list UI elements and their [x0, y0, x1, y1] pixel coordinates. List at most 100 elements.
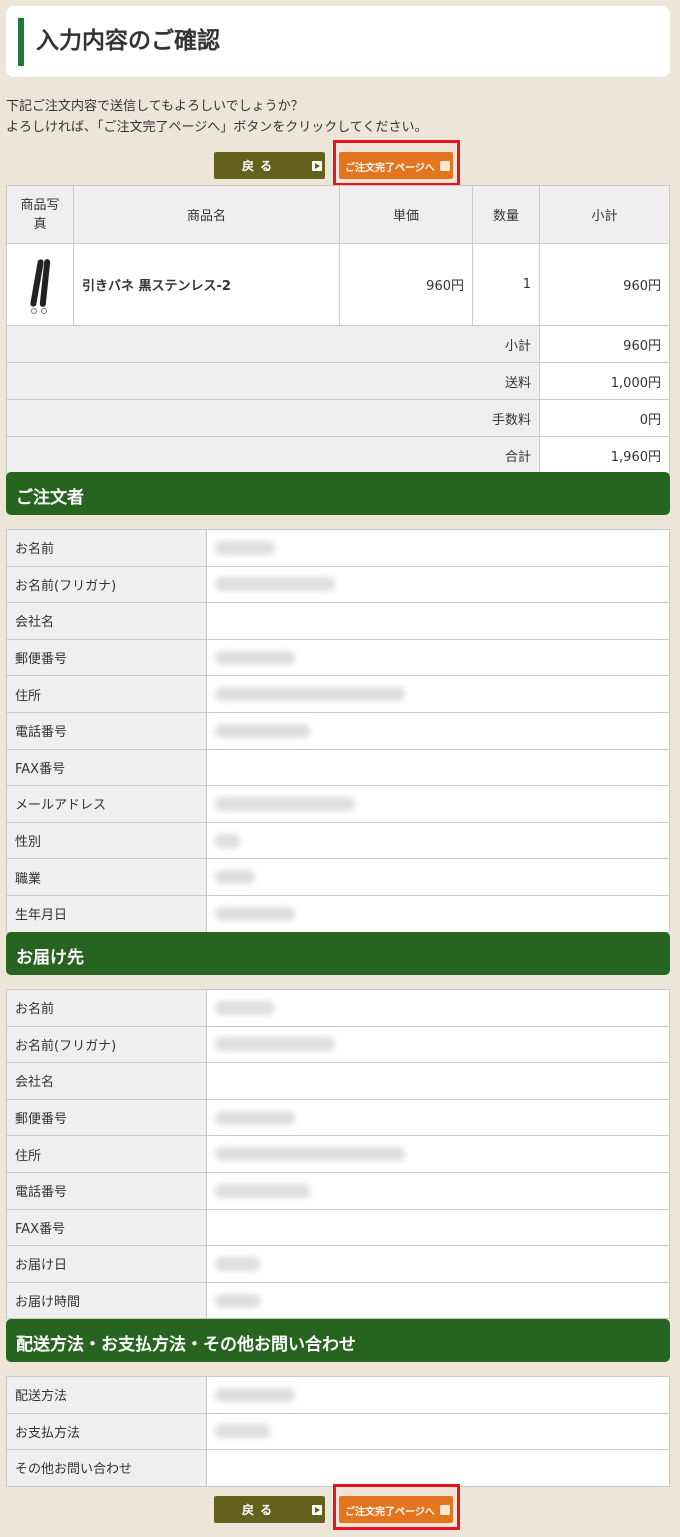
title-accent-bar	[18, 18, 24, 66]
field-value	[206, 821, 670, 860]
field-label: 電話番号	[6, 711, 207, 750]
section-heading-delivery: お届け先	[6, 932, 670, 975]
field-value	[206, 1025, 670, 1064]
redacted-value	[215, 1000, 275, 1015]
delivery-row: お届け日	[6, 1245, 670, 1283]
delivery-row: 電話番号	[6, 1171, 670, 1210]
product-quantity: 1	[472, 243, 540, 326]
field-label: お届け時間	[6, 1281, 207, 1320]
field-label: お名前	[6, 529, 207, 567]
redacted-value	[215, 687, 405, 702]
summary-row-subtotal: 小計 960円	[6, 325, 670, 363]
back-button[interactable]: 戻る	[214, 152, 325, 179]
redacted-value	[215, 1293, 260, 1308]
field-label: その他お問い合わせ	[6, 1449, 207, 1487]
field-value	[206, 1098, 670, 1137]
field-label: 郵便番号	[6, 638, 207, 677]
field-value	[206, 1171, 670, 1210]
product-image	[25, 255, 55, 315]
redacted-value	[215, 833, 240, 848]
field-value	[206, 675, 670, 713]
field-value	[206, 565, 670, 604]
field-value	[206, 1412, 670, 1451]
redacted-value	[215, 796, 355, 811]
field-label: メールアドレス	[6, 785, 207, 823]
redacted-value	[215, 906, 295, 921]
summary-row-shipping: 送料 1,000円	[6, 362, 670, 400]
cart-item-row: 引きバネ 黒ステンレス-2 960円 1 960円	[6, 243, 670, 326]
redacted-value	[215, 577, 335, 592]
product-unit-price: 960円	[339, 243, 473, 326]
orderer-table: お名前 お名前(フリガナ) 会社名 郵便番号 住所 電話番号 FAX番号 メール…	[6, 529, 670, 933]
field-value	[206, 1449, 670, 1487]
field-value	[206, 894, 670, 933]
redacted-value	[215, 650, 295, 665]
field-label: 電話番号	[6, 1171, 207, 1210]
field-label: 住所	[6, 1135, 207, 1173]
confirm-order-button-bottom[interactable]: ご注文完了ページへ	[339, 1496, 453, 1523]
field-label: 職業	[6, 858, 207, 896]
redacted-value	[215, 1183, 310, 1198]
delivery-row: 郵便番号	[6, 1098, 670, 1137]
field-label: 郵便番号	[6, 1098, 207, 1137]
confirm-button-label: ご注文完了ページへ	[345, 1507, 435, 1518]
redacted-value	[215, 723, 310, 738]
confirm-button-label: ご注文完了ページへ	[345, 163, 435, 174]
field-value	[206, 638, 670, 677]
field-value	[206, 711, 670, 750]
field-value	[206, 1208, 670, 1247]
field-value	[206, 1376, 670, 1414]
field-value	[206, 989, 670, 1027]
delivery-table: お名前 お名前(フリガナ) 会社名 郵便番号 住所 電話番号 FAX番号 お届け…	[6, 989, 670, 1320]
redacted-value	[215, 1110, 295, 1125]
orderer-row: 職業	[6, 858, 670, 896]
delivery-row: お名前	[6, 989, 670, 1027]
orderer-row: 生年月日	[6, 894, 670, 933]
field-label: 住所	[6, 675, 207, 713]
product-photo	[6, 243, 74, 326]
redacted-value	[215, 870, 255, 885]
header-subtotal: 小計	[539, 185, 670, 244]
field-label: 性別	[6, 821, 207, 860]
orderer-row: お名前(フリガナ)	[6, 565, 670, 604]
field-value	[206, 1135, 670, 1173]
intro-line-1: 下記ご注文内容で送信してもよろしいでしょうか？	[6, 99, 304, 114]
field-label: FAX番号	[6, 1208, 207, 1247]
page-title-box: 入力内容のご確認	[6, 6, 670, 77]
field-label: お名前(フリガナ)	[6, 1025, 207, 1064]
field-label: FAX番号	[6, 748, 207, 787]
field-value	[206, 1281, 670, 1320]
arrow-right-icon	[312, 161, 322, 171]
summary-row-fee: 手数料 0円	[6, 399, 670, 437]
field-label: 生年月日	[6, 894, 207, 933]
field-value	[206, 1245, 670, 1283]
other-row: 配送方法	[6, 1376, 670, 1414]
redacted-value	[215, 1037, 335, 1052]
redacted-value	[215, 1387, 295, 1402]
arrow-right-icon	[440, 1505, 450, 1515]
field-value	[206, 748, 670, 787]
delivery-row: 住所	[6, 1135, 670, 1173]
back-button-label: 戻る	[242, 1503, 279, 1517]
delivery-row: お名前(フリガナ)	[6, 1025, 670, 1064]
product-subtotal: 960円	[539, 243, 670, 326]
page-title: 入力内容のご確認	[36, 28, 220, 54]
top-button-row: 戻る ご注文完了ページへ	[214, 140, 474, 186]
intro-line-2: よろしければ、「ご注文完了ページへ」ボタンをクリックしてください。	[6, 120, 428, 135]
other-table: 配送方法 お支払方法 その他お問い合わせ	[6, 1376, 670, 1487]
redacted-value	[215, 540, 275, 555]
field-value	[206, 858, 670, 896]
cart-table: 商品写真 商品名 単価 数量 小計 引きバネ 黒ステンレス-2 960円 1 9…	[6, 185, 670, 474]
field-label: 会社名	[6, 602, 207, 640]
orderer-row: 会社名	[6, 602, 670, 640]
field-label: お支払方法	[6, 1412, 207, 1451]
confirm-order-button[interactable]: ご注文完了ページへ	[339, 152, 453, 179]
orderer-row: 性別	[6, 821, 670, 860]
back-button-bottom[interactable]: 戻る	[214, 1496, 325, 1523]
redacted-value	[215, 1424, 270, 1439]
header-product-name: 商品名	[73, 185, 340, 244]
arrow-right-icon	[440, 161, 450, 171]
other-row: お支払方法	[6, 1412, 670, 1451]
delivery-row: FAX番号	[6, 1208, 670, 1247]
intro-text: 下記ご注文内容で送信してもよろしいでしょうか？ よろしければ、「ご注文完了ページ…	[6, 96, 427, 138]
